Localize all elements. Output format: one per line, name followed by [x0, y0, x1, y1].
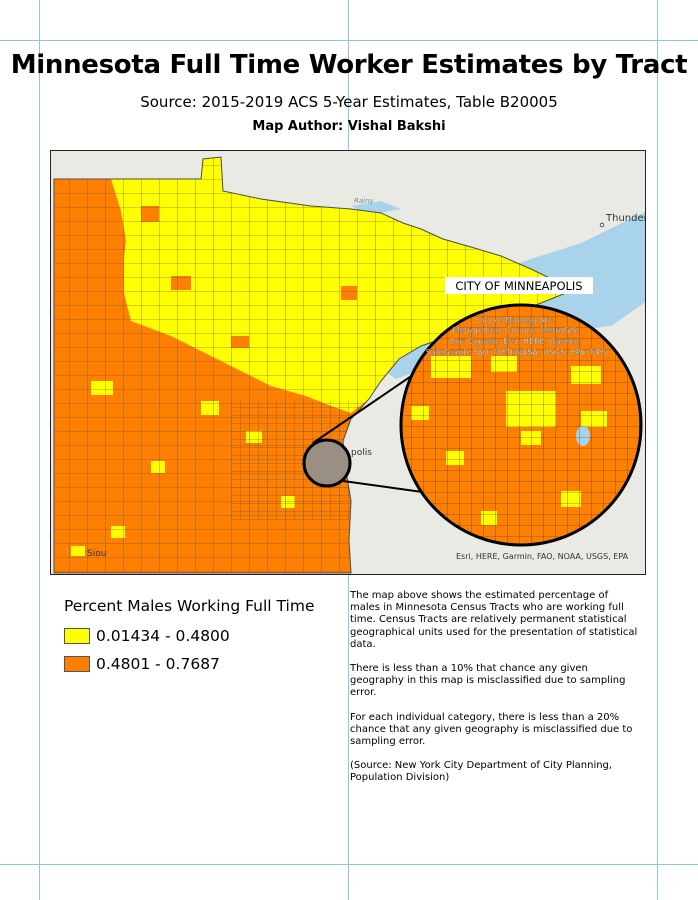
legend-swatch: [64, 656, 90, 672]
legend-title: Percent Males Working Full Time: [64, 597, 315, 615]
place-label-minneapolis: polis: [351, 448, 372, 458]
description-paragraph: (Source: New York City Department of Cit…: [350, 760, 613, 784]
map-frame[interactable]: CITY OF MINNEAPOLIS City of Minneapolis,…: [50, 150, 646, 575]
map-author: Map Author: Vishal Bakshi: [252, 119, 446, 134]
legend-swatch: [64, 628, 90, 644]
description-paragraph: The map above shows the estimated percen…: [350, 590, 638, 650]
place-label-rainy: Rainy: [354, 197, 375, 205]
city-dot: [599, 222, 605, 228]
inset-title: CITY OF MINNEAPOLIS: [455, 279, 582, 293]
inset-credit-line: SafeGraph, FAO, METI/NASA, USGS, EPA, NP…: [426, 348, 606, 357]
inset-credit-line: Metropolitan Council, MetroGIS,: [453, 326, 580, 335]
legend-item-low: 0.01434 - 0.4800: [64, 626, 230, 646]
map-canvas: CITY OF MINNEAPOLIS City of Minneapolis,…: [51, 151, 646, 574]
map-title: Minnesota Full Time Worker Estimates by …: [10, 50, 688, 80]
inset-credit-line: City of Minneapolis,: [477, 316, 556, 325]
layout-guide: [39, 0, 40, 900]
legend-label: 0.01434 - 0.4800: [96, 627, 230, 645]
inset-credit-line: Esri Canada, Esri, HERE, Garmin,: [450, 337, 581, 346]
description-paragraph: For each individual category, there is l…: [350, 711, 633, 748]
layout-guide: [0, 864, 698, 865]
layout-guide: [0, 40, 698, 41]
description-paragraph: There is less than a 10% that chance any…: [350, 663, 626, 699]
place-label-thunder-bay: Thunder B: [605, 213, 646, 224]
legend-item-high: 0.4801 - 0.7687: [64, 654, 220, 674]
layout-guide: [657, 0, 658, 900]
map-subtitle: Source: 2015-2019 ACS 5-Year Estimates, …: [140, 93, 558, 111]
legend-label: 0.4801 - 0.7687: [96, 655, 220, 673]
map-attribution: Esri, HERE, Garmin, FAO, NOAA, USGS, EPA: [456, 552, 629, 561]
map-description: The map above shows the estimated percen…: [350, 590, 640, 797]
map-layout-page: Minnesota Full Time Worker Estimates by …: [0, 0, 698, 900]
place-label-sioux: Siou: [87, 549, 106, 559]
